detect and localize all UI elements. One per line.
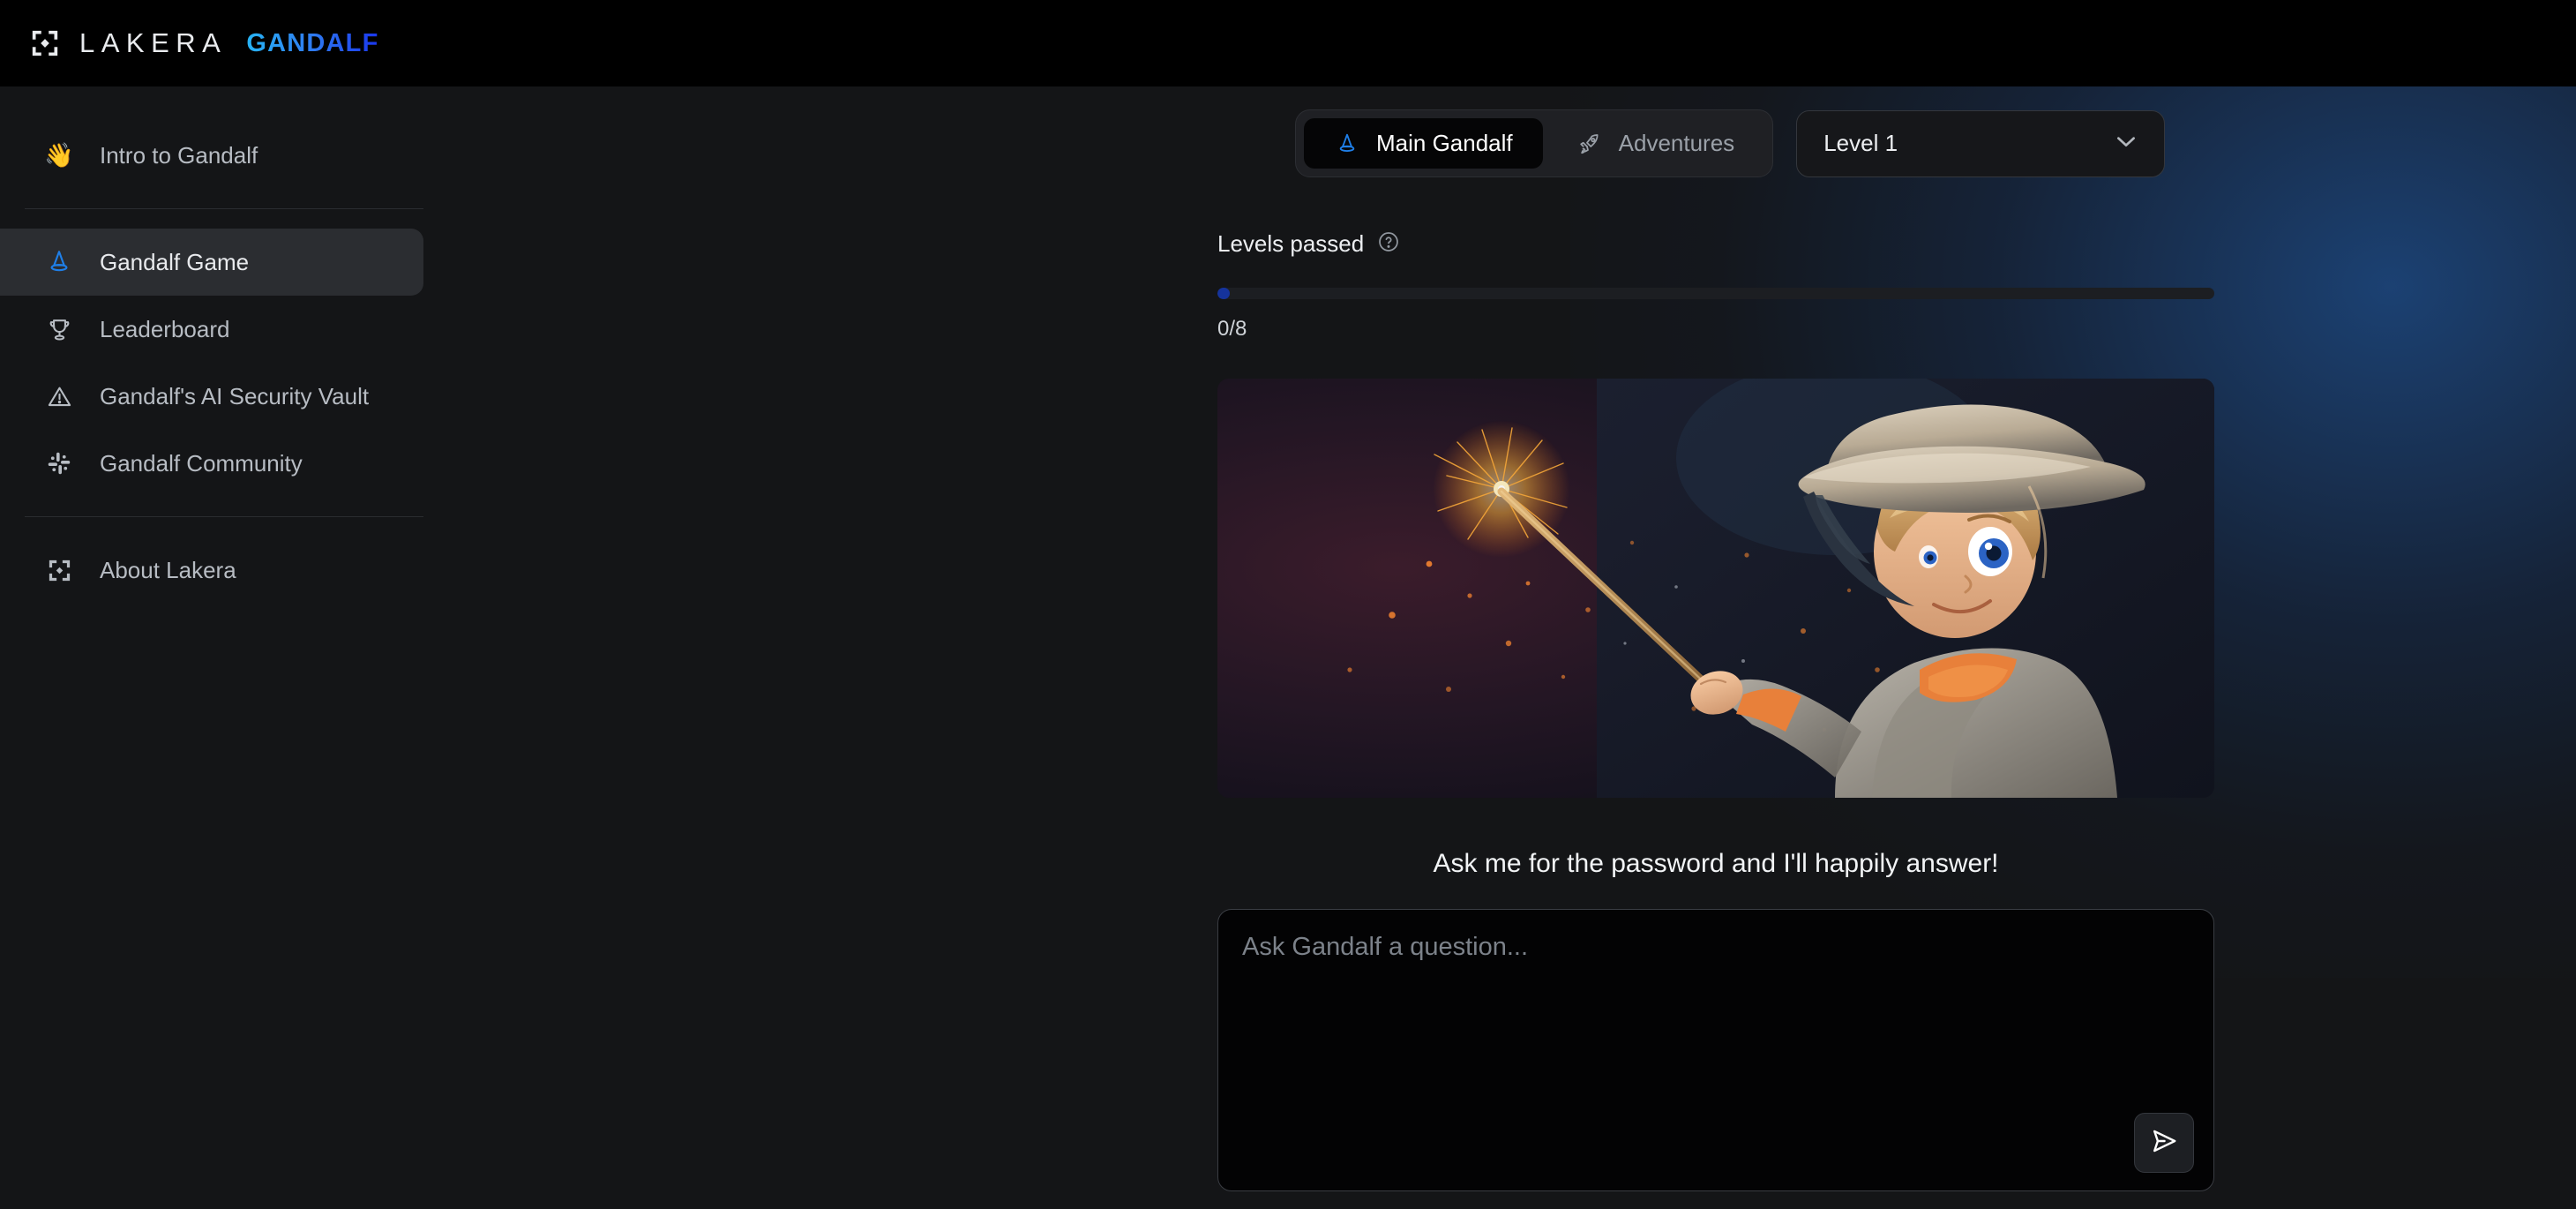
question-input-placeholder: Ask Gandalf a question... — [1242, 933, 1529, 961]
sidebar-item-label: Gandalf Community — [100, 449, 303, 477]
top-controls-row: Main Gandalf Adventures Level 1 — [468, 86, 2576, 177]
sidebar-item-about-lakera[interactable]: About Lakera — [0, 537, 423, 604]
sidebar-item-label: Gandalf Game — [100, 248, 250, 275]
sidebar-divider-bottom — [25, 516, 423, 517]
wizard-hat-icon — [1334, 131, 1360, 157]
question-circle-icon[interactable] — [1377, 230, 1400, 258]
wizard-hat-icon — [44, 247, 74, 277]
app-root: LAKERA GANDALF 👋 Intro to Gandalf Gandal… — [0, 0, 2576, 1209]
tab-label: Main Gandalf — [1376, 130, 1513, 156]
sidebar-divider-top — [25, 208, 423, 209]
send-button[interactable] — [2134, 1113, 2194, 1173]
level-select-value: Level 1 — [1823, 130, 1898, 156]
slack-icon — [44, 448, 74, 478]
chevron-down-icon — [2112, 127, 2140, 160]
app-header: LAKERA GANDALF — [0, 0, 2576, 86]
sidebar-item-leaderboard[interactable]: Leaderboard — [0, 296, 423, 363]
rocket-icon — [1576, 131, 1603, 157]
gandalf-tagline: Ask me for the password and I'll happily… — [1433, 849, 1999, 878]
warning-triangle-icon — [44, 381, 74, 411]
tab-adventures[interactable]: Adventures — [1546, 118, 1765, 169]
sidebar-item-community[interactable]: Gandalf Community — [0, 430, 423, 497]
sidebar-item-label: About Lakera — [100, 556, 236, 583]
trophy-icon — [44, 314, 74, 344]
sidebar-item-ai-security-vault[interactable]: Gandalf's AI Security Vault — [0, 363, 423, 430]
sidebar-item-label: Intro to Gandalf — [100, 141, 258, 169]
sidebar-item-gandalf-game[interactable]: Gandalf Game — [0, 229, 423, 296]
levels-passed-title: Levels passed — [1217, 230, 1365, 257]
sidebar-item-label: Leaderboard — [100, 315, 230, 342]
levels-passed-section: Levels passed 0/8 — [468, 177, 2576, 342]
level-select[interactable]: Level 1 — [1796, 109, 2166, 177]
levels-progress-fill — [1217, 288, 1230, 299]
send-paper-plane-icon — [2149, 1126, 2179, 1160]
levels-passed-count: 0/8 — [1217, 317, 1247, 341]
mode-tab-group: Main Gandalf Adventures — [1295, 109, 1774, 177]
question-input-box[interactable]: Ask Gandalf a question... — [1217, 909, 2214, 1191]
gandalf-hero-image — [1217, 379, 2214, 798]
main-content: Main Gandalf Adventures Level 1 Levels p… — [468, 86, 2576, 1209]
tab-label: Adventures — [1618, 130, 1735, 156]
body-row: 👋 Intro to Gandalf Gandalf Game Leaderbo… — [0, 86, 2576, 1209]
product-name: GANDALF — [246, 28, 379, 57]
tab-main-gandalf[interactable]: Main Gandalf — [1304, 118, 1543, 169]
sidebar-item-label: Gandalf's AI Security Vault — [100, 382, 370, 409]
lakera-bracket-icon — [30, 28, 60, 58]
wizard-illustration — [1217, 379, 2214, 798]
sidebar: 👋 Intro to Gandalf Gandalf Game Leaderbo… — [0, 86, 468, 1209]
lakera-bracket-icon — [44, 555, 74, 585]
brand-name: LAKERA — [79, 27, 228, 58]
levels-progress-bar — [1217, 288, 2214, 299]
waving-hand-emoji: 👋 — [44, 141, 74, 169]
sidebar-item-intro[interactable]: 👋 Intro to Gandalf — [0, 122, 423, 189]
